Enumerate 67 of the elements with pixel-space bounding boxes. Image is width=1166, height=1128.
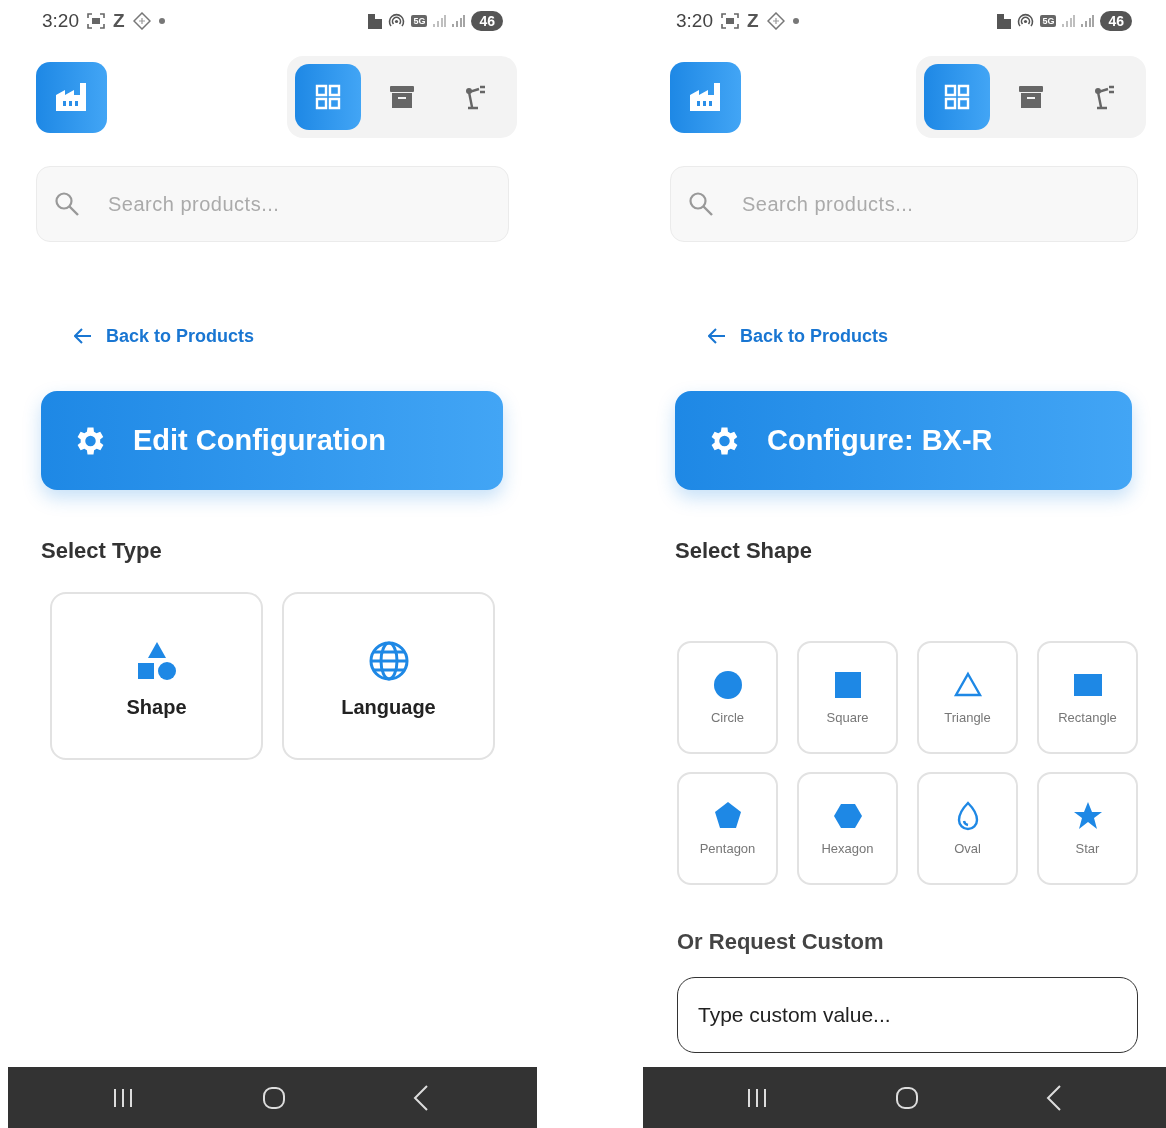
search-field[interactable]: Search products...: [36, 166, 509, 242]
section-title: Select Shape: [675, 538, 813, 564]
signal-icon: [452, 14, 466, 28]
factory-logo-icon: [670, 61, 741, 133]
signal-icon: [433, 14, 447, 28]
square-icon: [832, 670, 863, 700]
battery-indicator: 46: [471, 11, 503, 31]
arrow-left-icon: [74, 328, 92, 344]
search-field[interactable]: Search products...: [670, 166, 1138, 242]
archive-box-icon: [1018, 84, 1044, 110]
shape-option-card[interactable]: Square: [797, 641, 898, 754]
factory-logo-icon: [36, 61, 107, 133]
hotspot-icon: [388, 13, 406, 29]
back-icon[interactable]: [413, 1084, 429, 1111]
grid-icon: [315, 84, 341, 110]
shape-option-card[interactable]: Star: [1037, 772, 1138, 885]
building-icon: [997, 13, 1012, 29]
diamond-icon: [132, 12, 151, 30]
diamond-icon: [766, 12, 785, 30]
back-link[interactable]: Back to Products: [708, 324, 889, 348]
back-link[interactable]: Back to Products: [74, 324, 255, 348]
shape-option-card[interactable]: Circle: [677, 641, 778, 754]
signal-icon: [1081, 14, 1095, 28]
home-icon[interactable]: [895, 1085, 919, 1110]
network-badge: 5G: [1040, 15, 1057, 27]
dot-icon: [792, 18, 799, 24]
status-label: Z: [747, 10, 759, 32]
status-time: 3:20: [676, 10, 713, 32]
archive-box-icon: [389, 84, 415, 110]
arrow-left-icon: [708, 328, 726, 344]
signal-icon: [1062, 14, 1076, 28]
shape-option-card[interactable]: Triangle: [917, 641, 1018, 754]
shape-option-card[interactable]: Pentagon: [677, 772, 778, 885]
search-icon: [688, 191, 714, 217]
screenshot-icon: [87, 13, 105, 29]
section-title: Or Request Custom: [677, 929, 885, 955]
status-label: Z: [113, 10, 125, 32]
pentagon-icon: [712, 801, 743, 831]
shapes-icon: [135, 640, 178, 682]
back-icon[interactable]: [1046, 1084, 1062, 1111]
network-badge: 5G: [411, 15, 428, 27]
grid-view-tab[interactable]: [924, 64, 990, 130]
search-icon: [54, 191, 80, 217]
grid-view-tab[interactable]: [295, 64, 361, 130]
hexagon-icon: [832, 801, 863, 831]
home-icon[interactable]: [261, 1085, 286, 1110]
recent-apps-icon[interactable]: [746, 1087, 768, 1108]
type-option-card[interactable]: Language: [282, 592, 495, 760]
shape-option-card[interactable]: Rectangle: [1037, 641, 1138, 754]
grid-icon: [944, 84, 970, 110]
building-icon: [368, 13, 383, 29]
dot-icon: [158, 18, 165, 24]
shape-option-card[interactable]: Hexagon: [797, 772, 898, 885]
header-title: Configure: BX-R: [767, 424, 993, 457]
hotspot-icon: [1017, 13, 1035, 29]
custom-value-field[interactable]: Type custom value...: [677, 977, 1138, 1053]
status-time: 3:20: [42, 10, 79, 32]
shape-option-card[interactable]: Oval: [917, 772, 1018, 885]
recent-apps-icon[interactable]: [112, 1087, 134, 1108]
type-option-card[interactable]: Shape: [50, 592, 263, 760]
star-icon: [1072, 801, 1103, 831]
screenshot-icon: [721, 13, 739, 29]
header-title: Edit Configuration: [133, 424, 386, 457]
section-title: Select Type: [41, 538, 163, 564]
globe-icon: [367, 640, 410, 682]
battery-indicator: 46: [1100, 11, 1132, 31]
circle-icon: [712, 670, 743, 700]
